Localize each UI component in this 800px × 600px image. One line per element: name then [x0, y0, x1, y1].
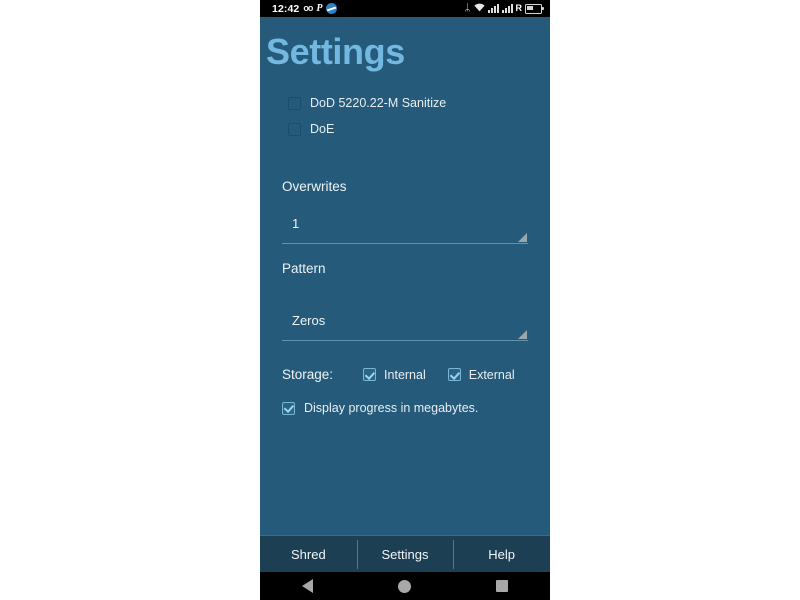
pattern-label: Pattern	[282, 261, 326, 276]
android-nav-bar	[260, 572, 550, 600]
checkbox-row-dod[interactable]: DoD 5220.22-M Sanitize	[288, 96, 446, 110]
app-content: Settings DoD 5220.22-M Sanitize DoE Over…	[260, 17, 550, 535]
roaming-r-icon: R	[515, 3, 523, 13]
phone-screen: 12:42 oo P ᛦ R Settings DoD 5220.22-M Sa…	[260, 0, 550, 600]
parking-p-icon: P	[316, 2, 323, 14]
status-clock: 12:42	[272, 2, 300, 15]
pattern-value: Zeros	[292, 313, 326, 328]
external-checkbox[interactable]	[447, 368, 461, 381]
wifi-icon	[473, 3, 485, 15]
tab-settings[interactable]: Settings	[356, 536, 454, 573]
display-progress-label: Display progress in megabytes.	[304, 401, 479, 415]
storage-label: Storage:	[282, 367, 334, 382]
tab-help-label: Help	[488, 547, 516, 562]
checkbox-row-doe[interactable]: DoE	[288, 122, 334, 136]
recents-icon[interactable]	[495, 580, 508, 592]
internal-label: Internal	[384, 367, 426, 382]
pattern-spinner[interactable]: Zeros	[282, 311, 528, 341]
signal-bars-sim2-icon	[501, 4, 513, 13]
bottom-tab-bar: Shred Settings Help	[260, 535, 550, 573]
display-progress-checkbox[interactable]	[282, 401, 295, 415]
signal-bars-sim1-icon	[487, 4, 499, 13]
screenshot-root: 12:42 oo P ᛦ R Settings DoD 5220.22-M Sa…	[0, 0, 800, 600]
voicemail-icon: oo	[303, 3, 313, 13]
overwrites-underline	[282, 243, 528, 244]
overwrites-spinner[interactable]: 1	[282, 214, 528, 244]
storage-row: Storage: Internal External	[282, 367, 515, 382]
storage-external-option[interactable]: External	[447, 367, 515, 382]
status-bar-left: 12:42 oo P	[260, 2, 338, 15]
page-title: Settings	[266, 31, 405, 72]
tab-shred[interactable]: Shred	[260, 536, 357, 573]
internal-checkbox[interactable]	[363, 368, 377, 381]
external-label: External	[468, 367, 515, 382]
storage-internal-option[interactable]: Internal	[363, 368, 426, 382]
tab-shred-label: Shred	[290, 547, 326, 562]
status-bar-right: ᛦ R	[464, 2, 544, 15]
back-icon[interactable]	[302, 579, 314, 593]
pattern-underline	[282, 340, 528, 341]
dod-label: DoD 5220.22-M Sanitize	[310, 96, 447, 110]
bluetooth-icon: ᛦ	[464, 2, 471, 14]
home-icon[interactable]	[397, 579, 411, 593]
status-bar: 12:42 oo P ᛦ R	[260, 0, 550, 17]
overwrites-label: Overwrites	[282, 179, 347, 194]
doe-checkbox[interactable]	[288, 122, 301, 136]
doe-label: DoE	[310, 122, 335, 136]
tab-help[interactable]: Help	[453, 536, 550, 573]
sync-icon	[326, 3, 338, 14]
battery-icon	[525, 3, 544, 14]
overwrites-value: 1	[292, 216, 300, 231]
tab-settings-label: Settings	[381, 547, 429, 562]
dod-checkbox[interactable]	[288, 96, 301, 110]
wifi-glyph	[473, 3, 485, 11]
chevron-down-icon-overwrites[interactable]	[518, 233, 527, 242]
chevron-down-icon-pattern[interactable]	[518, 330, 527, 339]
checkbox-row-progress[interactable]: Display progress in megabytes.	[282, 401, 478, 415]
